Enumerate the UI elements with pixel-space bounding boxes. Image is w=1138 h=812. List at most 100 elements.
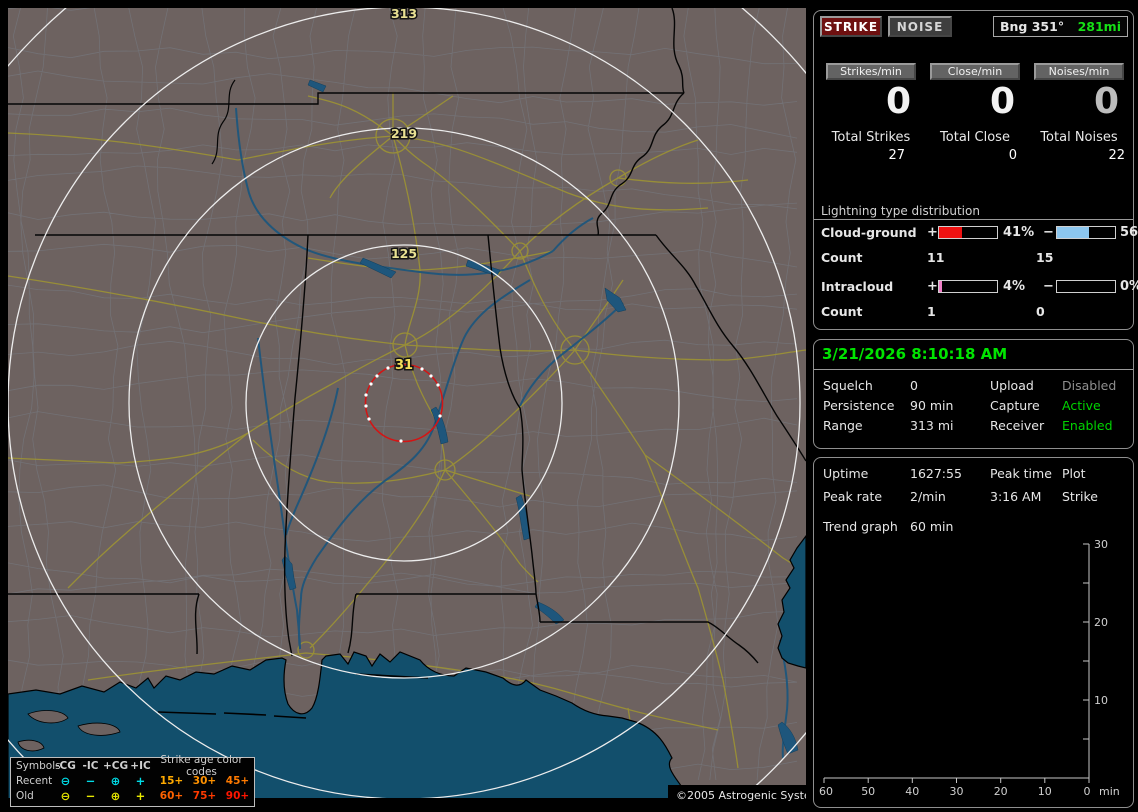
ic-minus-bar [1056,280,1116,293]
datetime-display: 3/21/2026 8:10:18 AM [822,345,1008,363]
y-tick-30: 30 [1094,538,1108,551]
strike-counter-panel: STRIKE NOISE Bng 351° 281mi Strikes/min … [813,10,1138,330]
x-tick-0: 0 [1084,785,1091,798]
cg-plus-pct: 41% [1003,225,1035,240]
status-row-persistence: Persistence 90 min Capture Active [814,398,1133,414]
legend-col-pos-cg: +CG [103,759,129,772]
status-panel: 3/21/2026 8:10:18 AM Squelch 0 Upload Di… [813,339,1134,449]
status-row-squelch: Squelch 0 Upload Disabled [814,378,1133,394]
age-30: 30+ [192,774,217,787]
legend-recent-label: Recent [16,774,53,787]
bearing-display: Bng 351° 281mi [993,16,1128,37]
bearing-distance: 281mi [1077,19,1121,34]
legend-header-row: Symbols -CG -IC +CG +IC Strike age color… [11,754,254,778]
age-45: 45+ [225,774,250,787]
cg-plus-bar [938,226,998,239]
ring-label-125: 125 [391,246,417,261]
minus-sign: − [1043,225,1054,240]
squelch-label: Squelch [823,378,873,393]
distribution-rule [814,219,1133,220]
strikes-per-min-button[interactable]: Strikes/min [826,63,916,80]
distribution-header: Lightning type distribution [821,204,980,218]
noises-per-min-button[interactable]: Noises/min [1034,63,1124,80]
cg-plus-count: 11 [927,250,945,265]
total-close-value: 0 [1008,148,1017,163]
legend-old-label: Old [16,789,34,802]
cg-count-label: Count [821,250,863,265]
x-tick-20: 20 [994,785,1008,798]
legend-recent-row: Recent ⊖ − ⊕ + 15+ 30+ 45+ [11,773,254,788]
strike-toggle-button[interactable]: STRIKE [820,16,882,37]
close-per-min-button[interactable]: Close/min [930,63,1020,80]
legend-col-neg-ic: -IC [82,759,99,772]
intracloud-label: Intracloud [821,279,894,294]
noises-per-min-value: 0 [1093,81,1119,122]
ic-minus-pct: 0% [1120,279,1138,294]
ring-label-31: 31 [395,358,413,373]
total-strikes-label: Total Strikes [831,130,911,145]
receiver-status: Enabled [1062,418,1113,433]
age-75: 75+ [192,789,217,802]
ic-plus-pct: 4% [1003,279,1026,294]
legend-col-neg-cg: -CG [55,759,76,772]
plus-sign: + [927,279,938,294]
persistence-value: 90 min [910,398,954,413]
capture-label: Capture [990,398,1040,413]
persistence-label: Persistence [823,398,895,413]
total-noises-value: 22 [1108,148,1125,163]
squelch-value: 0 [910,378,918,393]
neg-ic-recent-icon: − [85,773,96,788]
noise-toggle-button[interactable]: NOISE [888,16,952,37]
pos-ic-old-icon: + [135,788,146,803]
intracloud-row: Intracloud + 4% − 0% [814,279,1138,295]
close-per-min-value: 0 [989,81,1015,122]
ic-count-label: Count [821,304,863,319]
legend-symbols-header: Symbols [16,759,61,772]
capture-status: Active [1062,398,1101,413]
age-15: 15+ [159,774,184,787]
intracloud-count-row: Count 1 0 [814,304,1133,320]
x-tick-60: 60 [819,785,833,798]
x-tick-30: 30 [950,785,964,798]
trend-graph: 30 20 10 60 50 40 30 20 10 0 min [819,538,1120,798]
x-tick-40: 40 [905,785,919,798]
range-label: Range [823,418,863,433]
bearing-label: Bng 351° [1000,19,1065,34]
map-legend: Symbols -CG -IC +CG +IC Strike age color… [10,754,255,807]
upload-status: Disabled [1062,378,1117,393]
status-row-range: Range 313 mi Receiver Enabled [814,418,1133,434]
age-90: 90+ [225,789,250,802]
map-canvas: 313 219 125 31 ©2005 Astrogenic Systems [8,8,806,805]
app-window: 313 219 125 31 ©2005 Astrogenic Systems … [0,0,1138,812]
legend-old-row: Old ⊖ − ⊕ + 60+ 75+ 90+ [11,788,254,803]
receiver-label: Receiver [990,418,1045,433]
range-value: 313 mi [910,418,954,433]
x-tick-10: 10 [1038,785,1052,798]
cg-minus-count: 15 [1036,250,1054,265]
cg-minus-bar [1056,226,1116,239]
datetime-rule [814,369,1133,370]
cloud-ground-row: Cloud-ground + 41% − 56% [814,225,1138,241]
neg-cg-recent-icon: ⊖ [60,773,71,788]
ic-minus-count: 0 [1036,304,1045,319]
total-close-label: Total Close [940,130,1010,145]
x-tick-50: 50 [861,785,875,798]
pos-cg-recent-icon: ⊕ [110,773,121,788]
copyright-text: ©2005 Astrogenic Systems [676,789,806,802]
cloud-ground-count-row: Count 11 15 [814,250,1133,266]
minus-sign: − [1043,279,1054,294]
pos-cg-old-icon: ⊕ [110,788,121,803]
legend-col-pos-ic: +IC [130,759,151,772]
ring-label-313: 313 [391,8,417,21]
pos-ic-recent-icon: + [135,773,146,788]
radar-map[interactable]: 313 219 125 31 ©2005 Astrogenic Systems … [8,8,806,807]
neg-ic-old-icon: − [85,788,96,803]
neg-cg-old-icon: ⊖ [60,788,71,803]
strikes-per-min-value: 0 [885,81,911,122]
trend-panel: Uptime 1627:55 Peak time Plot Peak rate … [813,457,1134,808]
plus-sign: + [927,225,938,240]
ic-plus-count: 1 [927,304,936,319]
ic-plus-bar [938,280,998,293]
total-strikes-value: 27 [888,148,905,163]
age-60: 60+ [159,789,184,802]
